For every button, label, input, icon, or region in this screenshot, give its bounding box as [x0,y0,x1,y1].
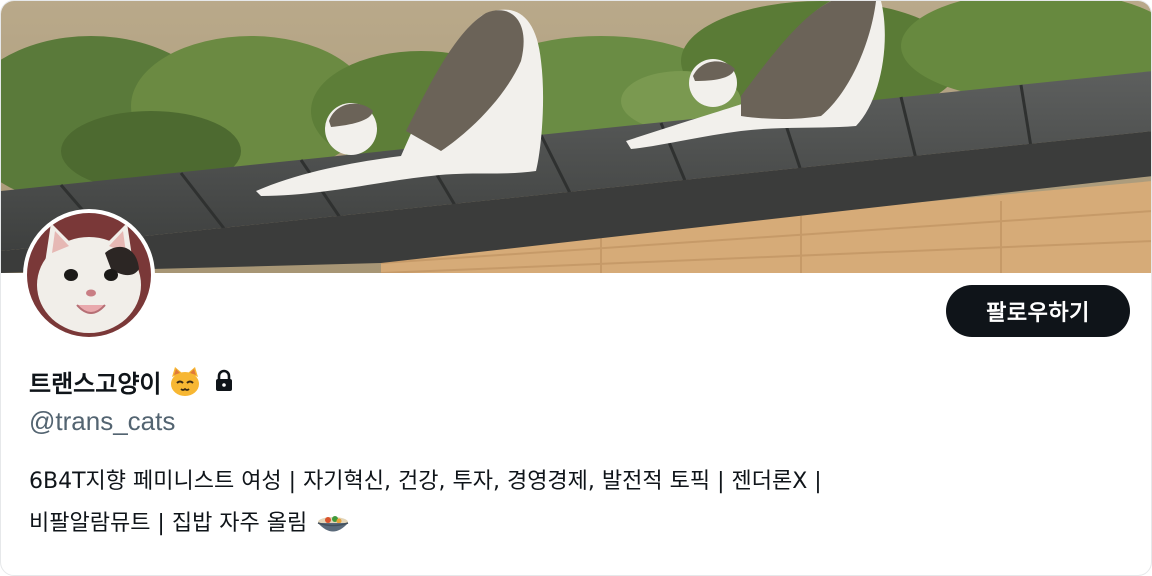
display-name: 트랜스고양이 [29,369,162,398]
lock-icon [211,368,237,394]
banner-image [1,1,1151,273]
cat-face-icon [167,363,203,399]
avatar-image [27,213,151,337]
bio-text-2: 비팔알람뮤트 | 집밥 자주 올림 [29,511,308,536]
profile-bio: 6B4T지향 페미니스트 여성 | 자기혁신, 건강, 투자, 경영경제, 발전… [29,461,1119,545]
bio-line-1: 6B4T지향 페미니스트 여성 | 자기혁신, 건강, 투자, 경영경제, 발전… [29,461,1119,503]
profile-banner[interactable] [1,1,1151,273]
avatar[interactable] [23,209,155,341]
follow-button[interactable]: 팔로우하기 [946,285,1130,337]
bio-line-2: 비팔알람뮤트 | 집밥 자주 올림 [29,503,1119,545]
user-handle: @trans_cats [29,406,176,436]
bowl-icon [315,506,351,542]
profile-card: 팔로우하기 트랜스고양이 @trans_cats 6B4T지향 페미니스트 여성… [0,0,1152,576]
name-row: 트랜스고양이 [29,359,237,403]
bio-text-1: 6B4T지향 페미니스트 여성 | 자기혁신, 건강, 투자, 경영경제, 발전… [29,469,822,494]
